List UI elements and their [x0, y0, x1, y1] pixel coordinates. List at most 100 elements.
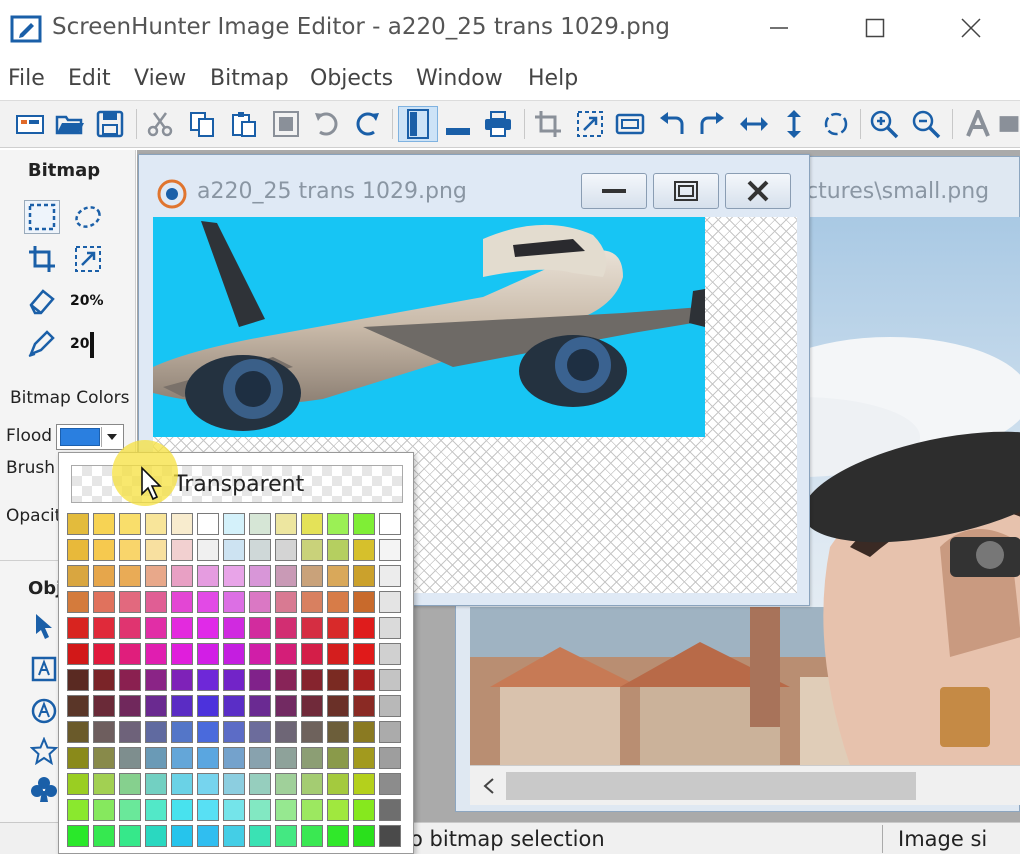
color-swatch[interactable] [223, 799, 245, 821]
color-swatch[interactable] [93, 539, 115, 561]
copy-icon[interactable] [184, 106, 220, 142]
ellipse-select-icon[interactable] [70, 200, 106, 234]
color-swatch[interactable] [301, 565, 323, 587]
color-swatch[interactable] [379, 721, 401, 743]
color-swatch[interactable] [275, 695, 297, 717]
bitmap-panel-toggle-icon[interactable] [398, 106, 438, 142]
color-swatch[interactable] [93, 669, 115, 691]
menu-view[interactable]: View [134, 66, 186, 91]
color-swatch[interactable] [93, 825, 115, 847]
color-swatch[interactable] [197, 513, 219, 535]
color-swatch[interactable] [379, 565, 401, 587]
color-swatch[interactable] [171, 695, 193, 717]
color-swatch[interactable] [171, 799, 193, 821]
color-swatch[interactable] [119, 799, 141, 821]
text-box-tool-icon[interactable] [26, 652, 62, 686]
rotate-free-icon[interactable] [818, 106, 854, 142]
color-swatch[interactable] [353, 799, 375, 821]
flip-vertical-icon[interactable] [776, 106, 812, 142]
color-swatch[interactable] [249, 695, 271, 717]
color-swatch[interactable] [119, 721, 141, 743]
color-swatch[interactable] [145, 825, 167, 847]
redo-icon[interactable] [350, 106, 386, 142]
print-icon[interactable] [480, 106, 516, 142]
document-maximize-button[interactable] [653, 173, 719, 209]
color-swatch[interactable] [223, 591, 245, 613]
color-swatch[interactable] [67, 799, 89, 821]
resize-tool-icon[interactable] [70, 242, 106, 276]
color-swatch[interactable] [67, 617, 89, 639]
flood-color-picker[interactable] [56, 424, 124, 450]
menu-help[interactable]: Help [528, 66, 578, 91]
cut-icon[interactable] [142, 106, 178, 142]
color-swatch[interactable] [301, 799, 323, 821]
color-swatch[interactable] [171, 747, 193, 769]
maximize-button[interactable] [852, 8, 898, 48]
color-swatch[interactable] [197, 617, 219, 639]
color-swatch[interactable] [249, 539, 271, 561]
color-swatch[interactable] [145, 591, 167, 613]
undo-icon[interactable] [308, 106, 344, 142]
color-swatch[interactable] [171, 617, 193, 639]
flip-horizontal-icon[interactable] [736, 106, 772, 142]
color-swatch[interactable] [119, 825, 141, 847]
menu-edit[interactable]: Edit [68, 66, 111, 91]
color-swatch[interactable] [275, 721, 297, 743]
color-swatch[interactable] [327, 565, 349, 587]
color-swatch[interactable] [67, 669, 89, 691]
color-swatch[interactable] [223, 617, 245, 639]
menu-file[interactable]: File [8, 66, 45, 91]
color-swatch[interactable] [353, 513, 375, 535]
color-swatch[interactable] [301, 773, 323, 795]
color-swatch[interactable] [249, 721, 271, 743]
color-swatch[interactable] [67, 825, 89, 847]
horizontal-scrollbar[interactable] [470, 765, 1020, 805]
color-swatch[interactable] [353, 617, 375, 639]
color-swatch[interactable] [379, 773, 401, 795]
color-swatch[interactable] [197, 773, 219, 795]
color-swatch[interactable] [67, 539, 89, 561]
color-swatch[interactable] [223, 825, 245, 847]
color-swatch[interactable] [171, 669, 193, 691]
color-swatch[interactable] [119, 591, 141, 613]
color-swatch[interactable] [301, 721, 323, 743]
scrollbar-thumb[interactable] [506, 772, 916, 800]
color-swatch[interactable] [119, 695, 141, 717]
color-swatch[interactable] [327, 539, 349, 561]
color-swatch[interactable] [119, 669, 141, 691]
text-tool-icon[interactable] [960, 106, 996, 142]
color-swatch[interactable] [67, 513, 89, 535]
color-swatch[interactable] [379, 825, 401, 847]
color-swatch[interactable] [197, 747, 219, 769]
color-swatch[interactable] [327, 825, 349, 847]
color-swatch[interactable] [301, 643, 323, 665]
color-swatch[interactable] [353, 591, 375, 613]
color-swatch[interactable] [353, 747, 375, 769]
color-swatch[interactable] [145, 565, 167, 587]
color-swatch[interactable] [379, 747, 401, 769]
rect-select-icon[interactable] [24, 200, 60, 234]
rotate-right-icon[interactable] [694, 106, 730, 142]
color-swatch[interactable] [327, 773, 349, 795]
color-swatch[interactable] [327, 721, 349, 743]
color-swatch[interactable] [67, 591, 89, 613]
color-swatch[interactable] [301, 591, 323, 613]
color-swatch[interactable] [327, 799, 349, 821]
menu-objects[interactable]: Objects [310, 66, 393, 91]
color-swatch[interactable] [249, 825, 271, 847]
color-swatch[interactable] [353, 539, 375, 561]
color-swatch[interactable] [197, 539, 219, 561]
color-swatch[interactable] [275, 643, 297, 665]
color-swatch[interactable] [145, 695, 167, 717]
color-swatch[interactable] [223, 565, 245, 587]
color-swatch[interactable] [379, 539, 401, 561]
color-swatch[interactable] [223, 773, 245, 795]
color-swatch[interactable] [379, 617, 401, 639]
color-swatch[interactable] [353, 825, 375, 847]
color-swatch[interactable] [197, 565, 219, 587]
color-swatch[interactable] [67, 721, 89, 743]
color-swatch[interactable] [93, 591, 115, 613]
color-swatch[interactable] [171, 591, 193, 613]
color-swatch[interactable] [353, 721, 375, 743]
color-swatch[interactable] [145, 643, 167, 665]
